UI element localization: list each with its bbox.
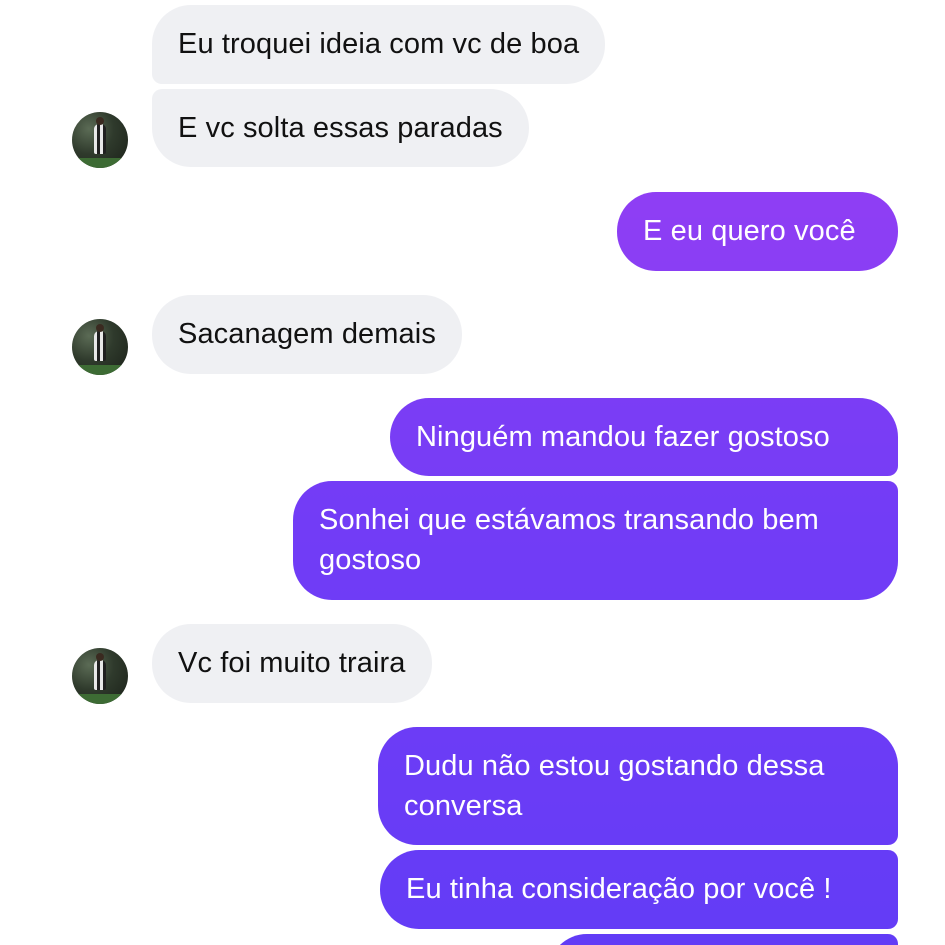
- message-thread: Eu troquei ideia com vc de boa E vc solt…: [0, 0, 945, 945]
- avatar-photo-player: [94, 331, 106, 361]
- message-text: Eu troquei ideia com vc de boa: [178, 28, 580, 60]
- outgoing-message-partial[interactable]: [548, 934, 898, 945]
- contact-avatar[interactable]: [72, 112, 128, 168]
- avatar-photo-player: [94, 124, 106, 154]
- avatar-photo-grass: [72, 694, 128, 704]
- message-text: E eu quero você: [643, 215, 856, 247]
- message-text: Eu tinha consideração por você !: [406, 873, 832, 905]
- avatar-photo-head: [96, 324, 104, 332]
- message-text: Vc foi muito traira: [178, 647, 406, 679]
- outgoing-message[interactable]: Ninguém mandou fazer gostoso: [390, 398, 898, 476]
- message-text: Sonhei que estávamos transando bem gosto…: [319, 504, 819, 576]
- incoming-message[interactable]: Vc foi muito traira: [152, 624, 432, 703]
- outgoing-message[interactable]: E eu quero você: [617, 192, 898, 271]
- message-text: Sacanagem demais: [178, 318, 436, 350]
- avatar-photo-head: [96, 117, 104, 125]
- avatar-photo-grass: [72, 158, 128, 168]
- contact-avatar[interactable]: [72, 319, 128, 375]
- message-text: Dudu não estou gostando dessa conversa: [404, 750, 825, 822]
- outgoing-message[interactable]: Sonhei que estávamos transando bem gosto…: [293, 481, 898, 600]
- avatar-photo-player: [94, 660, 106, 690]
- outgoing-message[interactable]: Dudu não estou gostando dessa conversa: [378, 727, 898, 845]
- contact-avatar[interactable]: [72, 648, 128, 704]
- avatar-photo-head: [96, 653, 104, 661]
- avatar-photo-grass: [72, 365, 128, 375]
- message-text: E vc solta essas paradas: [178, 112, 503, 144]
- outgoing-message[interactable]: Eu tinha consideração por você !: [380, 850, 898, 929]
- incoming-message[interactable]: Eu troquei ideia com vc de boa: [152, 5, 606, 84]
- incoming-message[interactable]: Sacanagem demais: [152, 295, 462, 374]
- message-text: Ninguém mandou fazer gostoso: [416, 421, 830, 453]
- incoming-message[interactable]: E vc solta essas paradas: [152, 89, 529, 167]
